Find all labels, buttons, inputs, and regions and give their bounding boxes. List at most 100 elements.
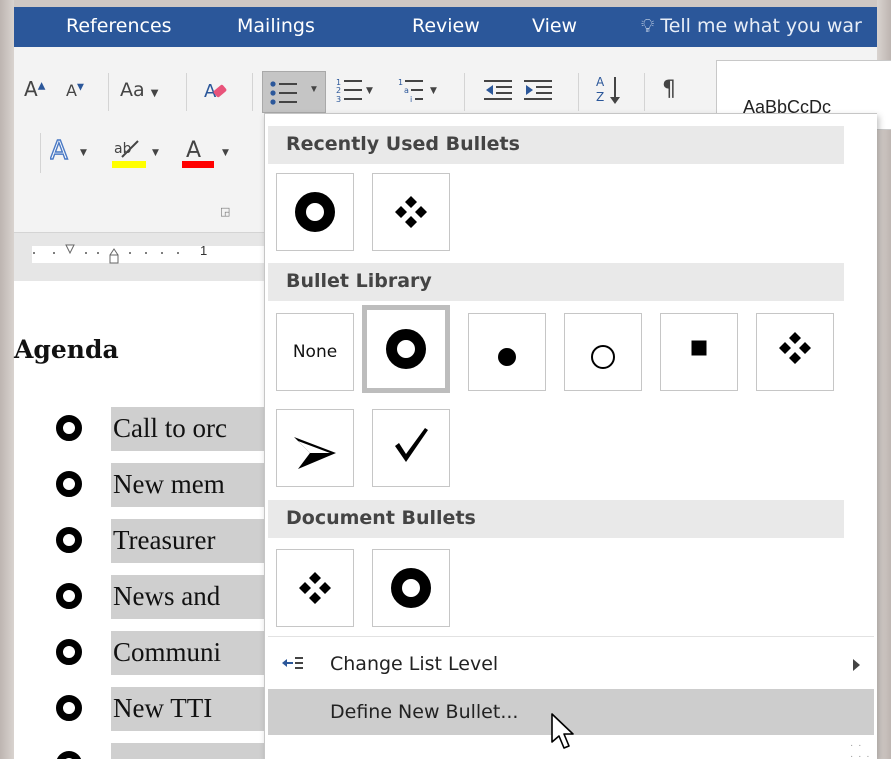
bullet-tile-none[interactable]: None	[276, 313, 354, 391]
font-color-icon[interactable]: A ▼	[182, 135, 232, 173]
svg-text:A: A	[50, 136, 68, 165]
change-list-level-label: Change List Level	[330, 653, 499, 675]
none-label: None	[292, 342, 338, 362]
change-list-level-icon	[282, 657, 303, 669]
horizontal-ruler: 1	[14, 233, 264, 281]
hollow-circle-bullet-icon	[56, 639, 82, 665]
frame-left	[0, 0, 14, 759]
bullet-tile-diamond-cluster[interactable]	[372, 173, 450, 251]
hollow-circle-bullet-icon	[56, 583, 82, 609]
decrease-indent-icon[interactable]	[484, 79, 514, 105]
bullet-tile-checkmark[interactable]	[372, 409, 450, 487]
svg-text:Z: Z	[596, 90, 604, 104]
tab-view[interactable]: View	[532, 15, 577, 37]
increase-indent-icon[interactable]	[524, 79, 554, 105]
resize-grip-icon[interactable]: · · · · ·	[850, 740, 871, 759]
bullet-tile-diamond-cluster[interactable]	[276, 549, 354, 627]
grow-font-icon[interactable]: A▲	[24, 77, 45, 101]
text-effects-icon[interactable]: A ▼	[49, 135, 94, 169]
list-item[interactable]: New mem	[14, 461, 264, 511]
bullets-list-icon	[270, 81, 297, 105]
svg-text:▼: ▼	[366, 86, 373, 96]
svg-text:a: a	[404, 86, 409, 95]
tab-references[interactable]: References	[66, 15, 172, 37]
svg-text:A: A	[596, 75, 605, 89]
show-hide-marks-icon[interactable]: ¶	[662, 77, 676, 102]
bullets-button[interactable]: ▼	[262, 71, 326, 113]
numbering-icon[interactable]: 1 2 3 ▼	[336, 77, 376, 107]
svg-text:A: A	[186, 138, 201, 163]
list-item[interactable]	[14, 741, 264, 759]
section-header-document-bullets: Document Bullets	[268, 500, 844, 538]
list-item-text[interactable]: News and	[111, 575, 264, 619]
list-item[interactable]: New TTI	[14, 685, 264, 735]
bullet-tile-arrowhead[interactable]	[276, 409, 354, 487]
divider	[578, 73, 579, 111]
divider	[40, 133, 41, 173]
bullet-tile-square[interactable]	[660, 313, 738, 391]
ring-bullet-icon	[591, 345, 615, 370]
svg-text:3: 3	[336, 95, 341, 103]
list-item-text[interactable]: Communi	[111, 631, 264, 675]
divider	[464, 73, 465, 111]
list-item-text[interactable]: Treasurer	[111, 519, 264, 563]
diamond-cluster-bullet-icon	[779, 332, 811, 365]
list-item[interactable]: Call to orc	[14, 405, 264, 455]
hollow-circle-bullet-icon	[56, 527, 82, 553]
bullets-dropdown: Recently Used Bullets Bullet Library Non…	[264, 113, 877, 759]
bullet-tile-hollow-circle-selected[interactable]	[362, 305, 450, 393]
square-bullet-icon	[691, 340, 707, 356]
hollow-circle-bullet-icon	[56, 415, 82, 441]
tab-mailings[interactable]: Mailings	[237, 15, 315, 37]
list-item[interactable]: Treasurer	[14, 517, 264, 567]
mouse-pointer-icon	[551, 713, 574, 749]
sort-icon[interactable]: AZ	[596, 73, 624, 111]
ruler-number: 1	[200, 243, 208, 258]
hollow-circle-bullet-icon	[56, 471, 82, 497]
solid-dot-bullet-icon	[498, 348, 516, 367]
menu-separator	[268, 636, 874, 637]
divider	[252, 73, 253, 111]
divider	[186, 73, 187, 111]
tell-me-text: Tell me what you war	[660, 15, 862, 37]
tell-me-search[interactable]: 💡︎ Tell me what you war	[641, 15, 862, 37]
shrink-font-icon[interactable]: A▼	[66, 81, 84, 100]
svg-text:▼: ▼	[80, 148, 87, 158]
arrowhead-bullet-icon	[294, 436, 336, 469]
tab-review[interactable]: Review	[412, 15, 480, 37]
list-item-text[interactable]	[111, 743, 264, 759]
chevron-down-icon: ▼	[309, 84, 319, 95]
list-item-text[interactable]: Call to orc	[111, 407, 264, 451]
bullet-tile-hollow-circle[interactable]	[372, 549, 450, 627]
ruler-ticks	[33, 244, 179, 264]
bullet-tile-diamond-cluster[interactable]	[756, 313, 834, 391]
bullet-tile-solid-dot[interactable]	[468, 313, 546, 391]
list-item[interactable]: News and	[14, 573, 264, 623]
define-new-bullet-label: Define New Bullet...	[330, 701, 519, 723]
section-header-recently-used: Recently Used Bullets	[268, 126, 844, 164]
font-dialog-launcher-icon[interactable]: ◲	[220, 205, 230, 218]
change-list-level-item[interactable]: Change List Level	[268, 641, 874, 687]
multilevel-list-icon[interactable]: 1 a i ▼	[398, 77, 442, 107]
document-heading[interactable]: Agenda	[14, 335, 119, 364]
svg-text:▼: ▼	[430, 86, 437, 96]
list-item-text[interactable]: New TTI	[111, 687, 264, 731]
list-item[interactable]: Communi	[14, 629, 264, 679]
highlight-color-icon[interactable]: ab ▼	[112, 135, 162, 173]
bullet-tile-hollow-circle[interactable]	[276, 173, 354, 251]
submenu-arrow-icon	[853, 659, 860, 671]
document-page[interactable]: Agenda Call to orc New mem Treasurer New…	[14, 281, 264, 759]
svg-text:1: 1	[398, 78, 403, 87]
section-header-bullet-library: Bullet Library	[268, 263, 844, 301]
hollow-circle-bullet-icon	[56, 751, 82, 759]
list-item-text[interactable]: New mem	[111, 463, 264, 507]
hollow-circle-bullet-icon	[56, 695, 82, 721]
divider	[108, 73, 109, 111]
svg-text:2: 2	[336, 86, 341, 95]
lightbulb-icon: 💡︎	[641, 15, 655, 37]
change-case-icon[interactable]: Aa ▼	[120, 79, 158, 101]
svg-text:▼: ▼	[152, 148, 159, 158]
clear-formatting-icon[interactable]: A	[204, 77, 230, 107]
svg-text:▼: ▼	[222, 148, 229, 158]
bullet-tile-ring[interactable]	[564, 313, 642, 391]
